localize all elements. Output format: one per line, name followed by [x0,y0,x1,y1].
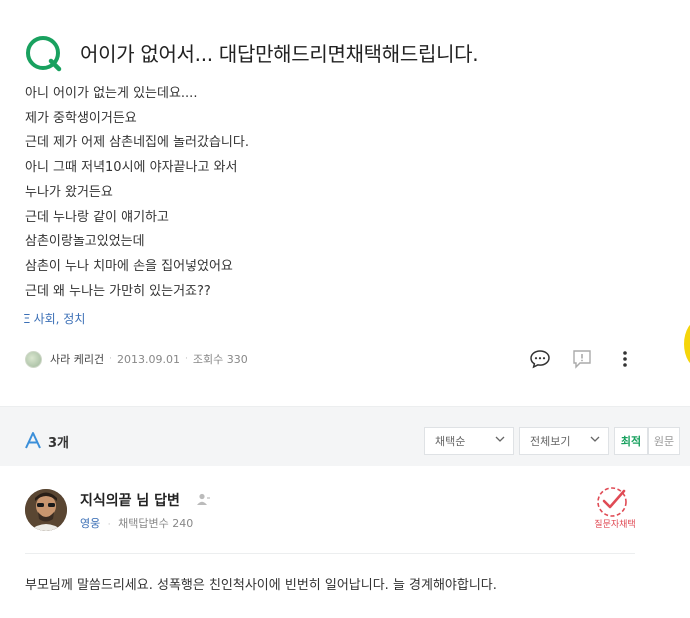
sort-select-value: 채택순 [435,435,466,448]
tag-prefix: Ξ [23,312,31,326]
view-count: 조회수 330 [192,353,248,366]
question-section: 어이가 없어서... 대답만해드리면채택해드립니다. 아니 어이가 없는게 있는… [0,0,690,406]
view-select[interactable]: 전체보기 [519,427,609,455]
question-line: 근데 누나랑 같이 얘기하고 [25,209,169,225]
question-line: 아니 어이가 없는게 있는데요.... [25,86,198,101]
answerer-rank: 영웅 [80,517,101,530]
author-avatar[interactable] [25,350,42,368]
author-name[interactable]: 사라 케리건 [50,351,104,367]
question-line: 근데 제가 어제 삼촌네집에 놀러갔습니다. [25,135,249,151]
answerer-accept-count: 채택답변수 240 [118,517,194,530]
question-line: 삼촌이 누나 치마에 손을 집어넣었어요 [25,258,233,274]
chevron-down-icon [495,436,505,442]
answerer-info: 영웅 · 채택답변수 240 [80,515,193,531]
question-line: 제가 중학생이거든요 [25,110,137,126]
question-body: 아니 어이가 없는게 있는데요.... 제가 중학생이거든요 근데 제가 어제 … [25,82,625,304]
answer-divider [25,553,635,554]
avatar-photo [25,489,67,531]
filter-original-button[interactable]: 원문 [648,427,680,455]
question-title: 어이가 없어서... 대답만해드리면채택해드립니다. [80,42,479,66]
answer-body: 부모님께 말씀드리세요. 성폭행은 친인척사이에 빈번히 일어납니다. 늘 경계… [25,578,497,593]
question-line: 삼촌이랑놀고있었는데 [25,234,145,250]
sort-select[interactable]: 채택순 [424,427,514,455]
user-follow-icon[interactable] [196,492,210,506]
question-date: 2013.09.01 [116,352,180,366]
answer-card [0,466,690,618]
more-vertical-icon[interactable] [615,347,635,371]
answerer-avatar[interactable] [25,489,67,531]
answer-a-icon [25,432,41,449]
question-tags[interactable]: Ξ 사회, 정치 [23,310,85,327]
question-q-icon [26,36,62,72]
question-line: 근데 왜 누나는 가만히 있는거죠?? [25,283,211,299]
comment-icon[interactable] [528,347,552,371]
chevron-down-icon [590,436,600,442]
answerer-name[interactable]: 지식의끝 님 답변 [80,490,180,510]
view-select-value: 전체보기 [530,435,571,448]
question-line: 누나가 왔거든요 [25,184,113,200]
meta-separator: · [109,354,112,364]
accepted-by-asker-label: 질문자채택 [594,520,636,530]
answer-count: 3개 [48,436,70,451]
question-line: 아니 그때 저녁10시에 야자끝나고 와서 [25,160,238,176]
tag-link[interactable]: 사회, 정치 [34,312,86,326]
meta-separator: · [184,354,188,364]
filter-latest-button[interactable]: 최적 [614,427,648,455]
question-meta: 사라 케리건 · 2013.09.01 · 조회수 330 [25,350,248,368]
report-icon[interactable] [570,347,594,371]
meta-separator: · [107,520,111,530]
